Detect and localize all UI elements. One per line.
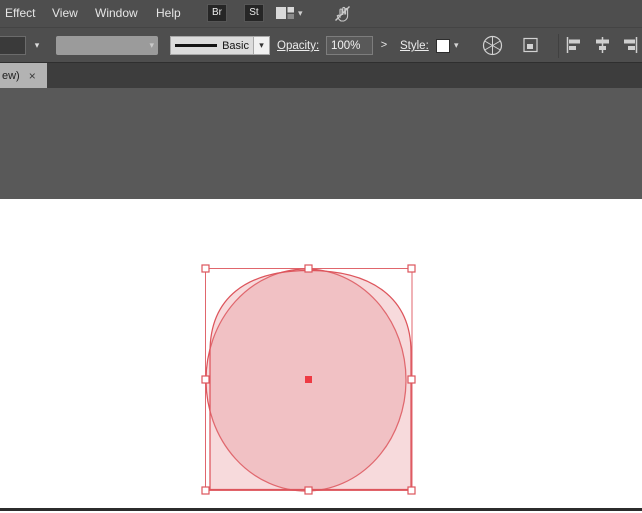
brush-sample: Basic — [170, 36, 254, 55]
opacity-input[interactable] — [326, 36, 373, 55]
stroke-line-preview — [175, 44, 218, 47]
illustrator-window: Effect View Window Help Br St ▾ ▾ ▾ Basi… — [0, 0, 642, 513]
style-label[interactable]: Style: — [400, 40, 429, 52]
menu-item-view[interactable]: View — [52, 0, 78, 27]
brushes-button[interactable]: Br — [207, 4, 227, 22]
chevron-down-icon[interactable]: ▾ — [298, 0, 303, 27]
chevron-down-icon: ▾ — [149, 40, 154, 50]
align-horizontal-right-icon[interactable] — [621, 37, 638, 58]
stroke-weight-field[interactable] — [0, 36, 26, 55]
recolor-artwork-icon[interactable] — [481, 34, 504, 62]
document-tab-label: ew) — [2, 70, 20, 82]
graphic-styles-button[interactable]: St — [244, 4, 264, 22]
align-horizontal-left-icon[interactable] — [566, 37, 583, 58]
chevron-down-icon: ▾ — [454, 40, 459, 50]
stroke-weight-chevron-icon[interactable]: ▾ — [28, 36, 46, 55]
brush-definition-dropdown[interactable]: Basic ▾ — [170, 36, 270, 55]
control-bar: ▾ ▾ Basic ▾ Opacity: > Style: ▾ — [0, 27, 642, 74]
opacity-options-button[interactable]: > — [375, 36, 393, 55]
align-horizontal-center-icon[interactable] — [594, 37, 611, 58]
window-bottom-edge — [0, 508, 642, 511]
menu-item-help[interactable]: Help — [156, 0, 181, 27]
pasteboard[interactable] — [0, 88, 642, 199]
document-tab-strip: ew) × — [0, 62, 642, 89]
style-swatch — [436, 38, 450, 53]
opacity-label[interactable]: Opacity: — [277, 40, 319, 52]
style-dropdown[interactable]: ▾ — [436, 36, 459, 55]
brush-definition-value: Basic — [222, 39, 249, 52]
select-similar-objects-icon[interactable] — [521, 36, 541, 60]
width-profile-dropdown[interactable]: ▾ — [56, 36, 158, 55]
document-tab[interactable]: ew) × — [0, 63, 47, 89]
separator — [558, 34, 559, 58]
menu-bar: Effect View Window Help Br St ▾ — [0, 0, 642, 27]
touch-icon[interactable] — [333, 4, 352, 28]
close-icon[interactable]: × — [29, 63, 36, 89]
arrange-documents-icon[interactable] — [276, 6, 294, 25]
menu-item-effect[interactable]: Effect — [5, 0, 35, 27]
chevron-down-icon[interactable]: ▾ — [254, 36, 270, 55]
menu-item-window[interactable]: Window — [95, 0, 138, 27]
artboard[interactable] — [0, 199, 642, 508]
